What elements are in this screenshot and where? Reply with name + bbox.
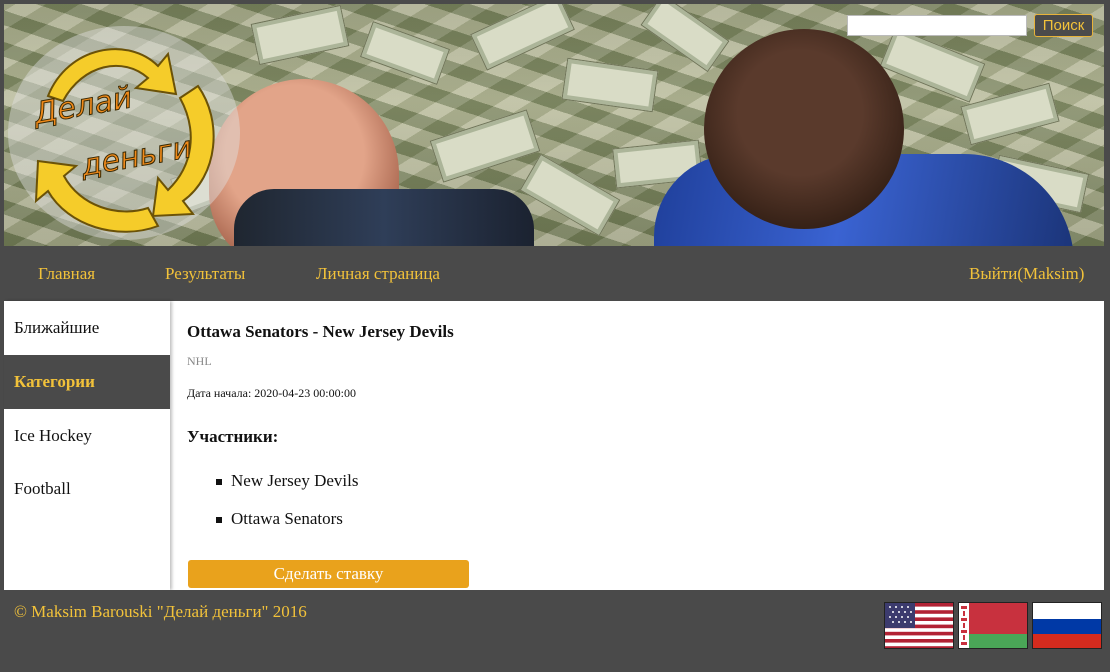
sidebar-item-nearest[interactable]: Ближайшие <box>4 301 170 355</box>
sidebar-item-football[interactable]: Football <box>4 462 170 516</box>
list-bullet <box>216 479 222 485</box>
participant-item: Ottawa Senators <box>231 509 343 528</box>
sidebar: Ближайшие Категории Ice Hockey Football <box>4 301 170 590</box>
sidebar-item-ice-hockey[interactable]: Ice Hockey <box>4 409 170 463</box>
sidebar-item-categories[interactable]: Категории <box>4 355 170 409</box>
participants-heading: Участники: <box>187 427 279 446</box>
participant-item: New Jersey Devils <box>231 471 359 490</box>
logo-text-line2: деньги <box>77 130 194 184</box>
content-area: Ближайшие Категории Ice Hockey Football … <box>4 301 1104 590</box>
place-bet-button[interactable]: Сделать ставку <box>188 560 469 588</box>
logo-text-line1: Делай <box>29 80 134 132</box>
logout-link[interactable]: Выйти(Maksim) <box>969 246 1084 301</box>
nav-item-results[interactable]: Результаты <box>165 246 245 301</box>
footer: © Maksim Barouski "Делай деньги" 2016 <box>4 590 1104 668</box>
header-banner: Делай деньги Поиск <box>4 4 1104 246</box>
event-league: NHL <box>187 354 212 368</box>
ru-flag-icon[interactable] <box>1032 602 1102 649</box>
search-input[interactable] <box>847 15 1027 36</box>
nav-item-profile[interactable]: Личная страница <box>316 246 440 301</box>
site-logo[interactable]: Делай деньги <box>8 26 240 240</box>
copyright-text: © Maksim Barouski "Делай деньги" 2016 <box>14 602 307 621</box>
main-nav: Главная Результаты Личная страница Выйти… <box>4 246 1104 301</box>
page-frame: Делай деньги Поиск Главная Результаты Ли… <box>4 4 1104 668</box>
photo-shirt-left <box>234 189 534 246</box>
event-title: Ottawa Senators - New Jersey Devils <box>187 322 454 341</box>
nav-item-home[interactable]: Главная <box>38 246 95 301</box>
list-bullet <box>216 517 222 523</box>
by-flag-icon[interactable] <box>958 602 1028 649</box>
photo-person-right <box>704 29 904 229</box>
search-button[interactable]: Поиск <box>1034 14 1093 37</box>
logo-arrows-icon: Делай деньги <box>29 48 215 233</box>
us-flag-icon[interactable] <box>884 602 954 649</box>
event-start-date: Дата начала: 2020-04-23 00:00:00 <box>187 386 356 400</box>
